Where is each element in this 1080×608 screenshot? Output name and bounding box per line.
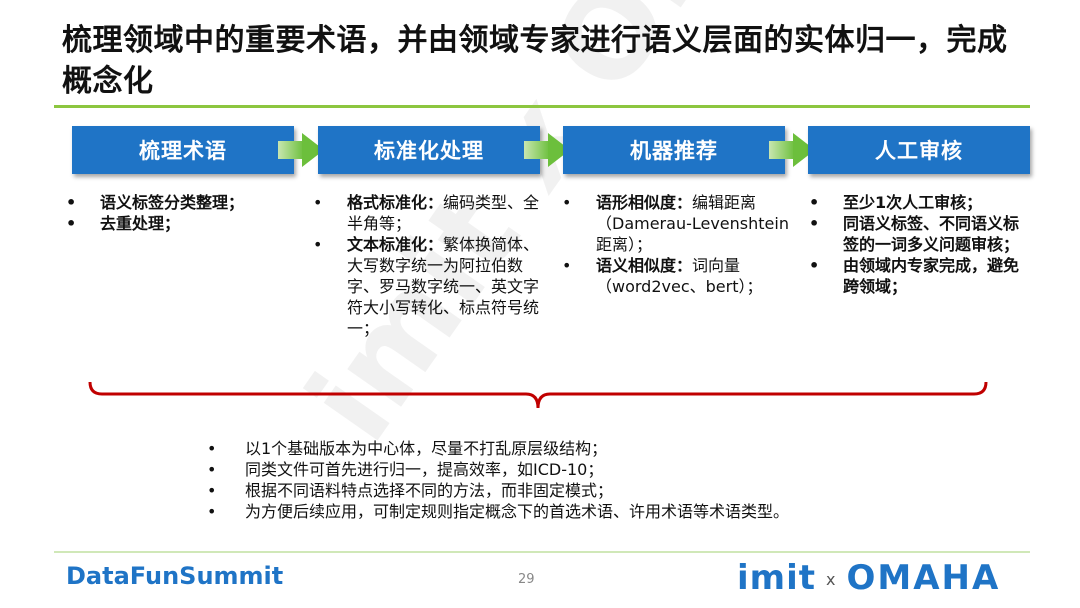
step-terminology: 梳理术语: [72, 126, 294, 174]
step-machine-recommend: 机器推荐: [563, 126, 785, 174]
col-manual-review: 至少1次人工审核； 同语义标签、不同语义标签的一词多义问题审核； 由领域内专家完…: [809, 192, 1023, 297]
step-manual-review: 人工审核: [808, 126, 1030, 174]
item-label: 语形相似度：: [596, 193, 693, 212]
list-item: 语形相似度：编辑距离（Damerau-Levenshtein距离）；: [562, 192, 794, 255]
list-item: 为方便后续应用，可制定规则指定概念下的首选术语、许用术语等术语类型。: [205, 501, 789, 522]
list-item: 同语义标签、不同语义标签的一词多义问题审核；: [809, 213, 1023, 255]
col-terminology: 语义标签分类整理； 去重处理；: [66, 192, 296, 234]
list-item: 文本标准化：繁体换简体、大写数字统一为阿拉伯数字、罗马数字统一、英文字符大小写转…: [313, 234, 545, 339]
step-normalization: 标准化处理: [318, 126, 540, 174]
arrow-shaft-2: [524, 141, 550, 159]
list-item: 至少1次人工审核；: [809, 192, 1023, 213]
col-normalization: 格式标准化：编码类型、全半角等； 文本标准化：繁体换简体、大写数字统一为阿拉伯数…: [313, 192, 545, 339]
brace-icon: [88, 381, 988, 409]
arrow-shaft-3: [769, 141, 795, 159]
page-title: 梳理领域中的重要术语，并由领域专家进行语义层面的实体归一，完成概念化: [62, 23, 1008, 99]
logo-imit: imit: [737, 558, 816, 598]
partner-logo: imit x OMAHA: [737, 558, 1000, 600]
list-item: 语义相似度：词向量（word2vec、bert）；: [562, 255, 794, 297]
list-item: 格式标准化：编码类型、全半角等；: [313, 192, 545, 234]
logo-x: x: [826, 569, 837, 589]
item-label: 文本标准化：: [347, 235, 444, 254]
arrow-shaft-1: [278, 141, 304, 159]
list-item: 语义标签分类整理；: [66, 192, 296, 213]
list-item: 去重处理；: [66, 213, 296, 234]
list-item: 由领域内专家完成，避免跨领域；: [809, 255, 1023, 297]
item-label: 语义相似度：: [596, 256, 693, 275]
brand-logo: DataFunSummit: [66, 562, 284, 590]
summary-notes: 以1个基础版本为中心体，尽量不打乱原层级结构； 同类文件可首先进行归一，提高效率…: [205, 438, 789, 522]
list-item: 根据不同语料特点选择不同的方法，而非固定模式；: [205, 480, 789, 501]
page-number: 29: [518, 572, 535, 587]
logo-omaha: OMAHA: [846, 558, 1001, 598]
list-item: 以1个基础版本为中心体，尽量不打乱原层级结构；: [205, 438, 789, 459]
title-divider: [54, 105, 1030, 108]
list-item: 同类文件可首先进行归一，提高效率，如ICD-10；: [205, 459, 789, 480]
item-label: 格式标准化：: [347, 193, 444, 212]
col-machine-recommend: 语形相似度：编辑距离（Damerau-Levenshtein距离）； 语义相似度…: [562, 192, 794, 297]
footer-divider: [54, 551, 1030, 553]
